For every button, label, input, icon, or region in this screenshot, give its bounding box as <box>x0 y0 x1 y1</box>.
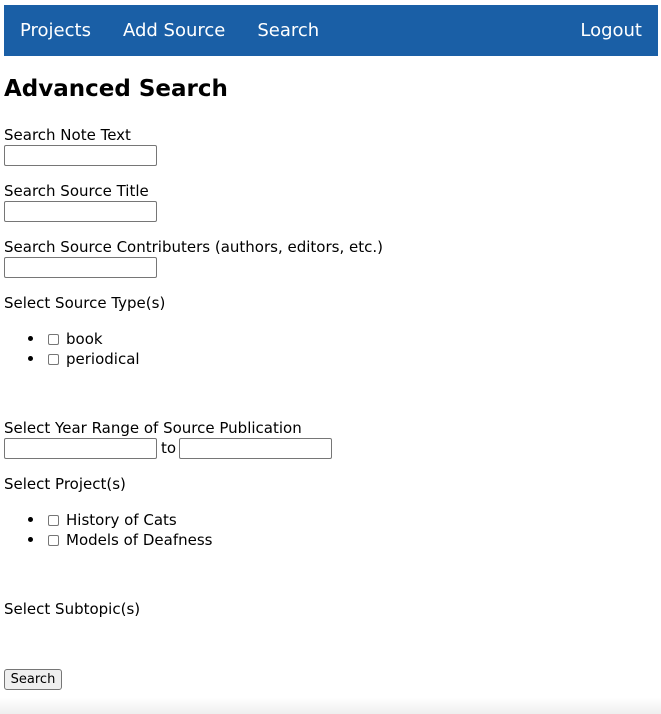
source-title-input[interactable] <box>4 201 157 222</box>
page-title: Advanced Search <box>4 76 228 102</box>
project-label: Select Project(s) <box>4 475 126 493</box>
search-submit-button[interactable]: Search <box>4 669 62 690</box>
nav-search-link[interactable]: Search <box>257 20 319 41</box>
project-history-of-cats-checkbox[interactable] <box>48 514 59 526</box>
bottom-shadow <box>0 698 661 714</box>
contributors-input[interactable] <box>4 257 157 278</box>
source-type-label: Select Source Type(s) <box>4 294 166 312</box>
note-text-label: Search Note Text <box>4 126 131 144</box>
page: Projects Add Source Search Logout Advanc… <box>0 0 661 714</box>
bullet-icon <box>28 356 33 361</box>
year-from-input[interactable] <box>4 438 157 459</box>
note-text-input[interactable] <box>4 145 157 166</box>
project-models-of-deafness-checkbox[interactable] <box>48 534 59 546</box>
bullet-icon <box>28 517 33 522</box>
source-type-book-checkbox[interactable] <box>48 333 59 345</box>
checkbox-label: History of Cats <box>66 511 177 529</box>
list-item: book <box>4 329 140 349</box>
checkbox-label: Models of Deafness <box>66 531 213 549</box>
contributors-label: Search Source Contributers (authors, edi… <box>4 238 383 256</box>
list-item: Models of Deafness <box>4 530 212 550</box>
nav-projects-link[interactable]: Projects <box>20 20 91 41</box>
source-type-periodical-checkbox[interactable] <box>48 353 59 365</box>
bullet-icon <box>28 537 33 542</box>
nav-add-source-link[interactable]: Add Source <box>123 20 225 41</box>
source-type-list: book periodical <box>4 329 140 369</box>
checkbox-label: periodical <box>66 350 140 368</box>
year-range-to-label: to <box>161 439 177 457</box>
project-list: History of Cats Models of Deafness <box>4 510 212 550</box>
nav-logout-link[interactable]: Logout <box>580 20 642 41</box>
year-range-label: Select Year Range of Source Publication <box>4 419 302 437</box>
top-navbar: Projects Add Source Search Logout <box>4 5 658 56</box>
checkbox-label: book <box>66 330 103 348</box>
year-to-input[interactable] <box>179 438 332 459</box>
list-item: History of Cats <box>4 510 212 530</box>
source-title-label: Search Source Title <box>4 182 149 200</box>
bullet-icon <box>28 336 33 341</box>
subtopic-label: Select Subtopic(s) <box>4 600 141 618</box>
list-item: periodical <box>4 349 140 369</box>
